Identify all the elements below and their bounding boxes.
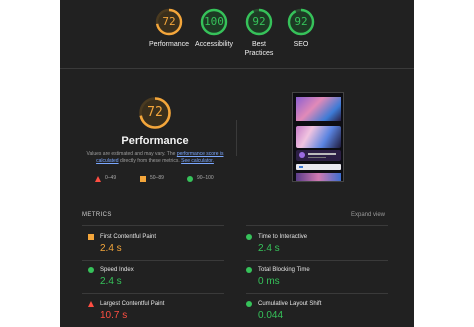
legend-fail: 0–49 [95,175,116,182]
performance-description: Values are estimated and may vary. The p… [82,151,228,165]
metric-divider [82,225,224,226]
gauge-ring: 100 [200,8,228,36]
see-calculator-link[interactable]: See calculator. [181,158,214,164]
gauge-score: 92 [294,15,308,28]
legend-range: 90–100 [197,175,214,181]
performance-title: Performance [121,135,189,147]
text-line [308,157,326,158]
final-screenshot-thumbnail[interactable] [292,92,344,182]
metric-speed-index: Speed Index 2.4 s [88,266,228,290]
metric-name: First Contentful Paint [100,234,157,240]
metric-divider [82,293,224,294]
metric-total-blocking-time: Total Blocking Time 0 ms [246,266,386,290]
gauge-ring: 92 [245,8,273,36]
circle-icon [246,267,252,273]
metric-value: 2.4 s [100,276,122,287]
gauge-label: SEO [293,41,309,48]
screenshot-feature-image [296,126,341,148]
expand-view-button[interactable]: Expand view [351,212,385,218]
metric-largest-contentful-paint: Largest Contentful Paint 10.7 s [88,300,228,324]
metric-name: Largest Contentful Paint [100,301,165,307]
gauge-score: 100 [204,15,224,28]
metric-first-contentful-paint: First Contentful Paint 2.4 s [88,233,228,257]
square-icon [88,234,94,240]
gauge-ring: 92 [287,8,315,36]
metric-name: Total Blocking Time [258,267,310,273]
metric-divider [246,293,388,294]
section-divider [60,68,414,69]
gauge-seo[interactable]: 92 SEO [271,8,331,49]
score-legend: 0–49 50–89 90–100 [60,175,250,185]
performance-gauge: 72 [138,96,172,130]
metrics-header: METRICS [82,212,112,218]
desc-text: Values are estimated and may vary. The [86,151,177,157]
metric-value: 0.044 [258,310,284,321]
metric-time-to-interactive: Time to Interactive 2.4 s [246,233,386,257]
metric-name: Cumulative Layout Shift [258,301,322,307]
metric-value: 2.4 s [100,243,122,254]
screenshot-card [296,150,341,161]
triangle-icon [88,301,94,307]
metric-name: Speed Index [100,267,134,273]
avatar [299,152,305,158]
performance-score: 72 [147,105,163,120]
metric-divider [82,260,224,261]
circle-icon [187,175,193,182]
category-gauges: 72 Performance 100 Accessibility 92 Best… [60,8,414,64]
metric-cumulative-layout-shift: Cumulative Layout Shift 0.044 [246,300,386,324]
metric-value: 0 ms [258,276,280,287]
text-line [308,153,336,155]
circle-icon [246,234,252,240]
gauge-score: 92 [252,15,266,28]
legend-range: 50–89 [150,175,164,181]
triangle-icon [95,175,101,182]
metric-name: Time to Interactive [258,234,308,240]
section-divider-vertical [236,120,237,156]
metric-divider [246,225,388,226]
bar-pill [299,166,303,168]
legend-range: 0–49 [105,175,117,181]
metric-divider [246,260,388,261]
desc-text: directly from these metrics. [118,158,182,164]
circle-icon [246,301,252,307]
metric-value: 2.4 s [258,243,280,254]
gauge-score: 72 [162,15,176,28]
gauge-ring: 72 [155,8,183,36]
lighthouse-report: 72 Performance 100 Accessibility 92 Best… [60,0,414,327]
screenshot-hero-image [296,97,341,121]
screenshot-footer-image [296,173,341,181]
square-icon [140,175,146,182]
screenshot-bar [296,164,341,170]
legend-pass: 90–100 [187,175,214,182]
legend-average: 50–89 [140,175,164,182]
metric-value: 10.7 s [100,310,128,321]
circle-icon [88,267,94,273]
